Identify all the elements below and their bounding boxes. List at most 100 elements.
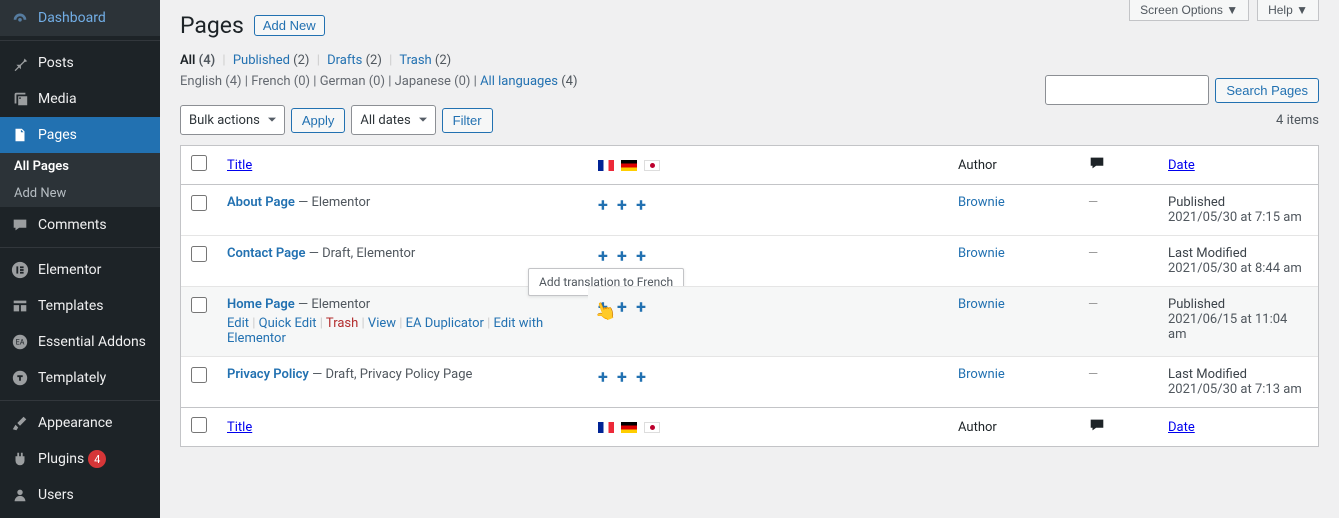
col-languages-footer (588, 407, 948, 446)
help-button[interactable]: Help ▼ (1257, 0, 1319, 21)
lang-english[interactable]: English (4) (180, 74, 242, 89)
select-all-checkbox[interactable] (191, 155, 207, 171)
bulk-actions-select[interactable]: Bulk actions (180, 105, 285, 135)
sidebar-item-appearance[interactable]: Appearance (0, 405, 160, 441)
sidebar-item-templately[interactable]: Templately (0, 360, 160, 396)
screen-options-button[interactable]: Screen Options ▼ (1129, 0, 1249, 21)
ea-icon: EA (10, 332, 30, 352)
sidebar-item-media[interactable]: Media (0, 81, 160, 117)
page-title-link[interactable]: About Page (227, 195, 295, 210)
sidebar-item-label: Dashboard (38, 10, 106, 26)
filter-button[interactable]: Filter (442, 108, 493, 133)
row-checkbox[interactable] (191, 195, 207, 211)
sidebar-item-pages[interactable]: Pages (0, 117, 160, 153)
table-row: About Page — Elementor + + + Brownie — P… (181, 185, 1318, 235)
col-comments-footer[interactable] (1078, 407, 1158, 446)
add-translation-japanese[interactable]: + (636, 246, 646, 267)
lang-all[interactable]: All languages (4) (480, 74, 577, 89)
sidebar-item-label: Templately (38, 370, 106, 386)
brush-icon (10, 413, 30, 433)
add-translation-japanese[interactable]: + (636, 297, 646, 318)
comment-bubble-icon (1088, 416, 1106, 434)
ea-duplicator-link[interactable]: EA Duplicator (406, 316, 484, 331)
col-date[interactable]: Date (1158, 146, 1318, 185)
sidebar-item-users[interactable]: Users (0, 477, 160, 513)
author-link[interactable]: Brownie (958, 367, 1005, 382)
submenu-all-pages[interactable]: All Pages (0, 153, 160, 180)
main-content: Screen Options ▼ Help ▼ Pages Add New Al… (160, 0, 1339, 518)
add-translation-french[interactable]: + (598, 195, 608, 216)
sidebar-item-comments[interactable]: Comments (0, 207, 160, 243)
select-all-checkbox-footer[interactable] (191, 417, 207, 433)
sidebar-item-label: Media (38, 91, 77, 107)
user-icon (10, 485, 30, 505)
col-title[interactable]: Title (217, 146, 588, 185)
page-title-link[interactable]: Contact Page (227, 246, 306, 261)
sidebar-item-label: Pages (38, 127, 77, 143)
add-new-button[interactable]: Add New (254, 15, 325, 36)
sidebar-item-label: Plugins (38, 451, 84, 467)
filter-trash[interactable]: Trash (2) (399, 53, 451, 68)
sidebar-item-dashboard[interactable]: Dashboard (0, 0, 160, 36)
flag-german-icon (621, 422, 637, 433)
col-date-footer[interactable]: Date (1158, 407, 1318, 446)
filter-published[interactable]: Published (2) (233, 53, 310, 68)
comment-bubble-icon (1088, 154, 1106, 172)
add-translation-german[interactable]: + (617, 195, 627, 216)
search-input[interactable] (1045, 75, 1209, 105)
submenu-add-new[interactable]: Add New (0, 180, 160, 207)
sidebar-item-essential-addons[interactable]: EA Essential Addons (0, 324, 160, 360)
sidebar-item-label: Essential Addons (38, 334, 146, 350)
edit-link[interactable]: Edit (227, 316, 249, 331)
sidebar-item-posts[interactable]: Posts (0, 45, 160, 81)
col-comments[interactable] (1078, 146, 1158, 185)
page-title: Pages (180, 12, 244, 39)
page-title-link[interactable]: Privacy Policy (227, 367, 309, 382)
flag-japanese-icon (644, 160, 660, 171)
add-translation-japanese[interactable]: + (636, 195, 646, 216)
add-translation-japanese[interactable]: + (636, 367, 646, 388)
sidebar-item-label: Posts (38, 55, 74, 71)
comments-count: — (1088, 297, 1098, 312)
search-pages-button[interactable]: Search Pages (1215, 78, 1319, 103)
dates-select[interactable]: All dates (351, 105, 435, 135)
sidebar-item-templates[interactable]: Templates (0, 288, 160, 324)
row-actions: Edit | Quick Edit | Trash | View | EA Du… (227, 316, 578, 346)
sidebar-item-elementor[interactable]: Elementor (0, 252, 160, 288)
flag-french-icon (598, 160, 614, 171)
lang-french[interactable]: French (0) (251, 74, 310, 89)
media-icon (10, 89, 30, 109)
quick-edit-link[interactable]: Quick Edit (259, 316, 317, 331)
row-checkbox[interactable] (191, 246, 207, 262)
col-title-footer[interactable]: Title (217, 407, 588, 446)
author-link[interactable]: Brownie (958, 195, 1005, 210)
flag-french-icon (598, 422, 614, 433)
row-checkbox[interactable] (191, 367, 207, 383)
pin-icon (10, 53, 30, 73)
add-translation-french[interactable]: + (598, 367, 608, 388)
table-row: Contact Page — Draft, Elementor + + + Ad… (181, 235, 1318, 286)
author-link[interactable]: Brownie (958, 297, 1005, 312)
admin-sidebar: Dashboard Posts Media Pages All Pages Ad… (0, 0, 160, 518)
items-count: 4 items (1276, 113, 1319, 128)
trash-link[interactable]: Trash (326, 316, 358, 331)
comments-count: — (1088, 246, 1098, 261)
svg-text:EA: EA (16, 338, 25, 347)
row-checkbox[interactable] (191, 297, 207, 313)
add-translation-french[interactable]: + (598, 246, 608, 267)
page-title-link[interactable]: Home Page (227, 297, 295, 312)
filter-drafts[interactable]: Drafts (2) (327, 53, 382, 68)
author-link[interactable]: Brownie (958, 246, 1005, 261)
filter-all[interactable]: All (4) (180, 53, 215, 68)
page-icon (10, 125, 30, 145)
apply-button[interactable]: Apply (291, 108, 346, 133)
lang-german[interactable]: German (0) (320, 74, 385, 89)
sidebar-item-label: Elementor (38, 262, 101, 278)
plugins-update-badge: 4 (88, 450, 106, 468)
sidebar-item-plugins[interactable]: Plugins 4 (0, 441, 160, 477)
add-translation-german[interactable]: + (617, 246, 627, 267)
view-link[interactable]: View (368, 316, 396, 331)
elementor-icon (10, 260, 30, 280)
lang-japanese[interactable]: Japanese (0) (395, 74, 471, 89)
add-translation-german[interactable]: + (617, 367, 627, 388)
